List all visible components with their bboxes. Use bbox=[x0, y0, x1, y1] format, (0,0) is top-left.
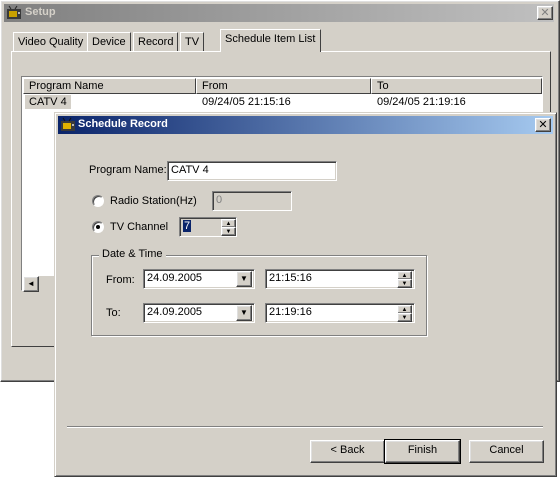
date-time-group bbox=[91, 255, 427, 336]
close-icon: ✕ bbox=[538, 119, 548, 131]
tab-schedule-item-list[interactable]: Schedule Item List bbox=[220, 29, 321, 52]
spin-down-button[interactable]: ▼ bbox=[221, 227, 236, 236]
to-date-dropdown-button[interactable]: ▼ bbox=[236, 305, 252, 321]
dialog-title: Schedule Record bbox=[78, 118, 168, 130]
date-time-group-title: Date & Time bbox=[99, 248, 166, 260]
dialog-title-bar[interactable]: Schedule Record ✕ bbox=[58, 116, 553, 134]
to-time-spin[interactable]: ▲ ▼ bbox=[397, 305, 412, 322]
radio-station-label: Radio Station(Hz) bbox=[110, 195, 197, 207]
from-date-picker[interactable]: 24.09.2005 ▼ bbox=[143, 269, 255, 289]
from-date-dropdown-button[interactable]: ▼ bbox=[236, 271, 252, 287]
tab-video-quality[interactable]: Video Quality bbox=[13, 32, 89, 52]
spin-down-button[interactable]: ▼ bbox=[397, 279, 412, 288]
to-time-value: 21:19:16 bbox=[269, 306, 312, 318]
tab-tv[interactable]: TV bbox=[180, 32, 205, 52]
from-time-picker[interactable]: 21:15:16 ▲ ▼ bbox=[265, 269, 415, 289]
arrow-left-icon: ◄ bbox=[27, 279, 35, 288]
tv-channel-value: 7 bbox=[183, 220, 192, 232]
to-date-value: 24.09.2005 bbox=[147, 306, 203, 318]
tab-label: Schedule Item List bbox=[225, 33, 316, 45]
setup-close-button[interactable]: ✕ bbox=[537, 6, 553, 20]
row-from[interactable]: 09/24/05 21:15:16 bbox=[198, 95, 295, 109]
cancel-button[interactable]: Cancel bbox=[469, 440, 544, 463]
finish-button-label: Finish bbox=[407, 444, 438, 456]
program-name-label: Program Name: bbox=[89, 164, 167, 176]
tv-channel-label: TV Channel bbox=[110, 221, 169, 233]
from-date-value: 24.09.2005 bbox=[147, 272, 203, 284]
column-header-label: From bbox=[202, 80, 228, 92]
button-separator bbox=[67, 426, 543, 428]
tab-label: Device bbox=[92, 36, 126, 48]
schedule-record-dialog: Schedule Record ✕ Program Name: CATV 4 R… bbox=[54, 112, 557, 477]
column-header-from[interactable]: From bbox=[196, 78, 371, 94]
row-program-name[interactable]: CATV 4 bbox=[25, 95, 71, 109]
tab-label: Video Quality bbox=[18, 36, 84, 48]
close-icon: ✕ bbox=[540, 7, 550, 19]
setup-title: Setup bbox=[25, 6, 56, 18]
dialog-close-button[interactable]: ✕ bbox=[535, 118, 551, 132]
dropdown-arrow-icon: ▼ bbox=[240, 274, 248, 283]
back-button-label: < Back bbox=[330, 444, 365, 456]
column-header-label: To bbox=[377, 80, 389, 92]
from-time-spin[interactable]: ▲ ▼ bbox=[397, 271, 412, 288]
radio-selected-dot bbox=[96, 225, 100, 229]
setup-title-bar[interactable]: Setup ✕ bbox=[4, 4, 554, 22]
tab-label: TV bbox=[185, 36, 200, 48]
cancel-button-label: Cancel bbox=[489, 444, 524, 456]
from-label: From: bbox=[106, 274, 135, 286]
tv-app-icon bbox=[61, 117, 75, 131]
dropdown-arrow-icon: ▼ bbox=[240, 308, 248, 317]
column-header-to[interactable]: To bbox=[371, 78, 542, 94]
column-header-label: Program Name bbox=[29, 80, 104, 92]
radio-station-radio[interactable] bbox=[92, 195, 104, 207]
to-date-picker[interactable]: 24.09.2005 ▼ bbox=[143, 303, 255, 323]
to-label: To: bbox=[106, 307, 121, 319]
tv-channel-spinbox[interactable]: 7 ▲ ▼ bbox=[179, 217, 237, 237]
program-name-value: CATV 4 bbox=[171, 164, 209, 176]
finish-button[interactable]: Finish bbox=[384, 439, 461, 464]
program-name-input[interactable]: CATV 4 bbox=[167, 161, 337, 181]
tab-device[interactable]: Device bbox=[87, 32, 131, 52]
tv-app-icon bbox=[7, 5, 21, 19]
tv-channel-spin[interactable]: ▲ ▼ bbox=[221, 219, 236, 236]
column-header-program-name[interactable]: Program Name bbox=[23, 78, 196, 94]
arrow-down-icon: ▼ bbox=[225, 229, 232, 235]
spin-down-button[interactable]: ▼ bbox=[397, 313, 412, 322]
arrow-down-icon: ▼ bbox=[401, 315, 408, 321]
row-to[interactable]: 09/24/05 21:19:16 bbox=[373, 95, 470, 109]
arrow-down-icon: ▼ bbox=[401, 281, 408, 287]
to-time-picker[interactable]: 21:19:16 ▲ ▼ bbox=[265, 303, 415, 323]
radio-station-input[interactable]: 0 bbox=[212, 191, 292, 211]
tab-label: Record bbox=[138, 36, 174, 48]
radio-station-value: 0 bbox=[216, 194, 223, 206]
tv-channel-radio[interactable] bbox=[92, 221, 104, 233]
tab-record[interactable]: Record bbox=[133, 32, 179, 52]
from-time-value: 21:15:16 bbox=[269, 272, 312, 284]
scroll-left-button[interactable]: ◄ bbox=[23, 276, 39, 292]
back-button[interactable]: < Back bbox=[310, 440, 385, 463]
